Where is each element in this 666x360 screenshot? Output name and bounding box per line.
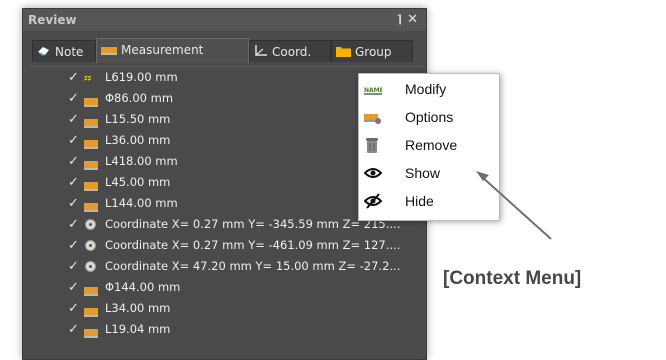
tab-coord-label: Coord.: [272, 45, 312, 59]
menu-item-label: Modify: [405, 81, 447, 97]
options-icon: [364, 109, 381, 125]
axis-icon: [254, 42, 268, 64]
tab-measurement-label: Measurement: [121, 43, 204, 57]
checkbox[interactable]: ✓: [68, 235, 79, 256]
ruler-icon: [84, 282, 98, 296]
pin-icon[interactable]: ⌉: [397, 9, 402, 31]
row-label: L34.00 mm: [105, 301, 171, 315]
menu-item-label: Options: [405, 109, 454, 125]
menu-item-remove[interactable]: Remove: [359, 132, 499, 158]
row-label: Coordinate X= 0.27 mm Y= -461.09 mm Z= 1…: [105, 238, 401, 252]
row-label: L45.00 mm: [105, 175, 171, 189]
tab-group-label: Group: [355, 45, 392, 59]
checkbox[interactable]: ✓: [68, 151, 79, 172]
list-item[interactable]: ✓ Coordinate X= 0.27 mm Y= -461.09 mm Z=…: [30, 235, 422, 256]
menu-item-label: Hide: [405, 193, 434, 209]
menu-item-hide[interactable]: Hide: [359, 188, 499, 214]
menu-item-show[interactable]: Show: [359, 160, 499, 186]
coordinate-icon: [84, 261, 98, 273]
checkbox[interactable]: ✓: [68, 298, 79, 319]
row-label: Coordinate X= 47.20 mm Y= 15.00 mm Z= -2…: [105, 259, 401, 273]
eye-icon: [363, 165, 383, 181]
row-label: L619.00 mm: [105, 70, 178, 84]
menu-item-modify[interactable]: NAME Modify: [359, 76, 499, 102]
row-label: Φ86.00 mm: [105, 91, 174, 105]
row-label: Coordinate X= 0.27 mm Y= -345.59 mm Z= 2…: [105, 217, 401, 231]
list-item[interactable]: ✓ L34.00 mm: [30, 298, 422, 319]
panel-titlebar: Review ⌉ ✕: [23, 9, 426, 31]
ruler-icon: [84, 114, 98, 128]
coordinate-icon: [84, 219, 98, 231]
tab-coord[interactable]: Coord.: [249, 40, 331, 62]
ruler-icon: [84, 93, 98, 107]
panel-title: Review: [28, 13, 77, 27]
row-label: L15.50 mm: [105, 112, 171, 126]
tab-note-label: Note: [55, 45, 84, 59]
row-label: L36.00 mm: [105, 133, 171, 147]
checkbox[interactable]: ✓: [68, 67, 79, 88]
checkbox[interactable]: ✓: [68, 172, 79, 193]
ruler-icon: [101, 40, 117, 62]
trash-icon: [364, 137, 380, 153]
ruler-icon: [84, 303, 98, 317]
ruler-icon: [84, 177, 98, 191]
context-menu-annotation: [Context Menu]: [443, 268, 582, 289]
row-label: Φ144.00 mm: [105, 280, 181, 294]
tab-bar: Note Measurement Coord. Group: [23, 38, 426, 63]
folder-icon: [336, 42, 351, 64]
context-menu: NAME Modify Options Remove Show Hide: [358, 73, 500, 221]
menu-item-options[interactable]: Options: [359, 104, 499, 130]
ruler-icon: [84, 156, 98, 170]
rename-icon: NAME: [364, 81, 384, 97]
checkbox[interactable]: ✓: [68, 277, 79, 298]
note-icon: [37, 42, 51, 64]
list-item[interactable]: ✓ Φ144.00 mm: [30, 277, 422, 298]
checkbox[interactable]: ✓: [68, 109, 79, 130]
ruler-icon: [84, 135, 98, 149]
tab-measurement[interactable]: Measurement: [96, 38, 249, 63]
close-icon[interactable]: ✕: [407, 9, 418, 31]
eye-hidden-icon: [363, 193, 383, 209]
list-item[interactable]: ✓ Coordinate X= 47.20 mm Y= 15.00 mm Z= …: [30, 256, 422, 277]
coordinate-icon: [84, 240, 98, 252]
checkbox[interactable]: ✓: [68, 214, 79, 235]
checkbox[interactable]: ✓: [68, 88, 79, 109]
row-label: L418.00 mm: [105, 154, 178, 168]
pin-arrows-icon: ⸗⸗: [84, 71, 92, 84]
checkbox[interactable]: ✓: [68, 130, 79, 151]
checkbox[interactable]: ✓: [68, 193, 79, 214]
menu-item-label: Show: [405, 165, 441, 181]
checkbox[interactable]: ✓: [68, 256, 79, 277]
checkbox[interactable]: ✓: [68, 319, 79, 340]
ruler-icon: [84, 324, 98, 338]
tab-note[interactable]: Note: [32, 40, 96, 62]
menu-item-label: Remove: [405, 137, 458, 153]
row-label: L19.04 mm: [105, 322, 171, 336]
row-label: L144.00 mm: [105, 196, 178, 210]
svg-text:NAME: NAME: [364, 87, 382, 94]
tab-group[interactable]: Group: [331, 40, 413, 62]
ruler-icon: [84, 198, 98, 212]
list-item[interactable]: ✓ L19.04 mm: [30, 319, 422, 340]
